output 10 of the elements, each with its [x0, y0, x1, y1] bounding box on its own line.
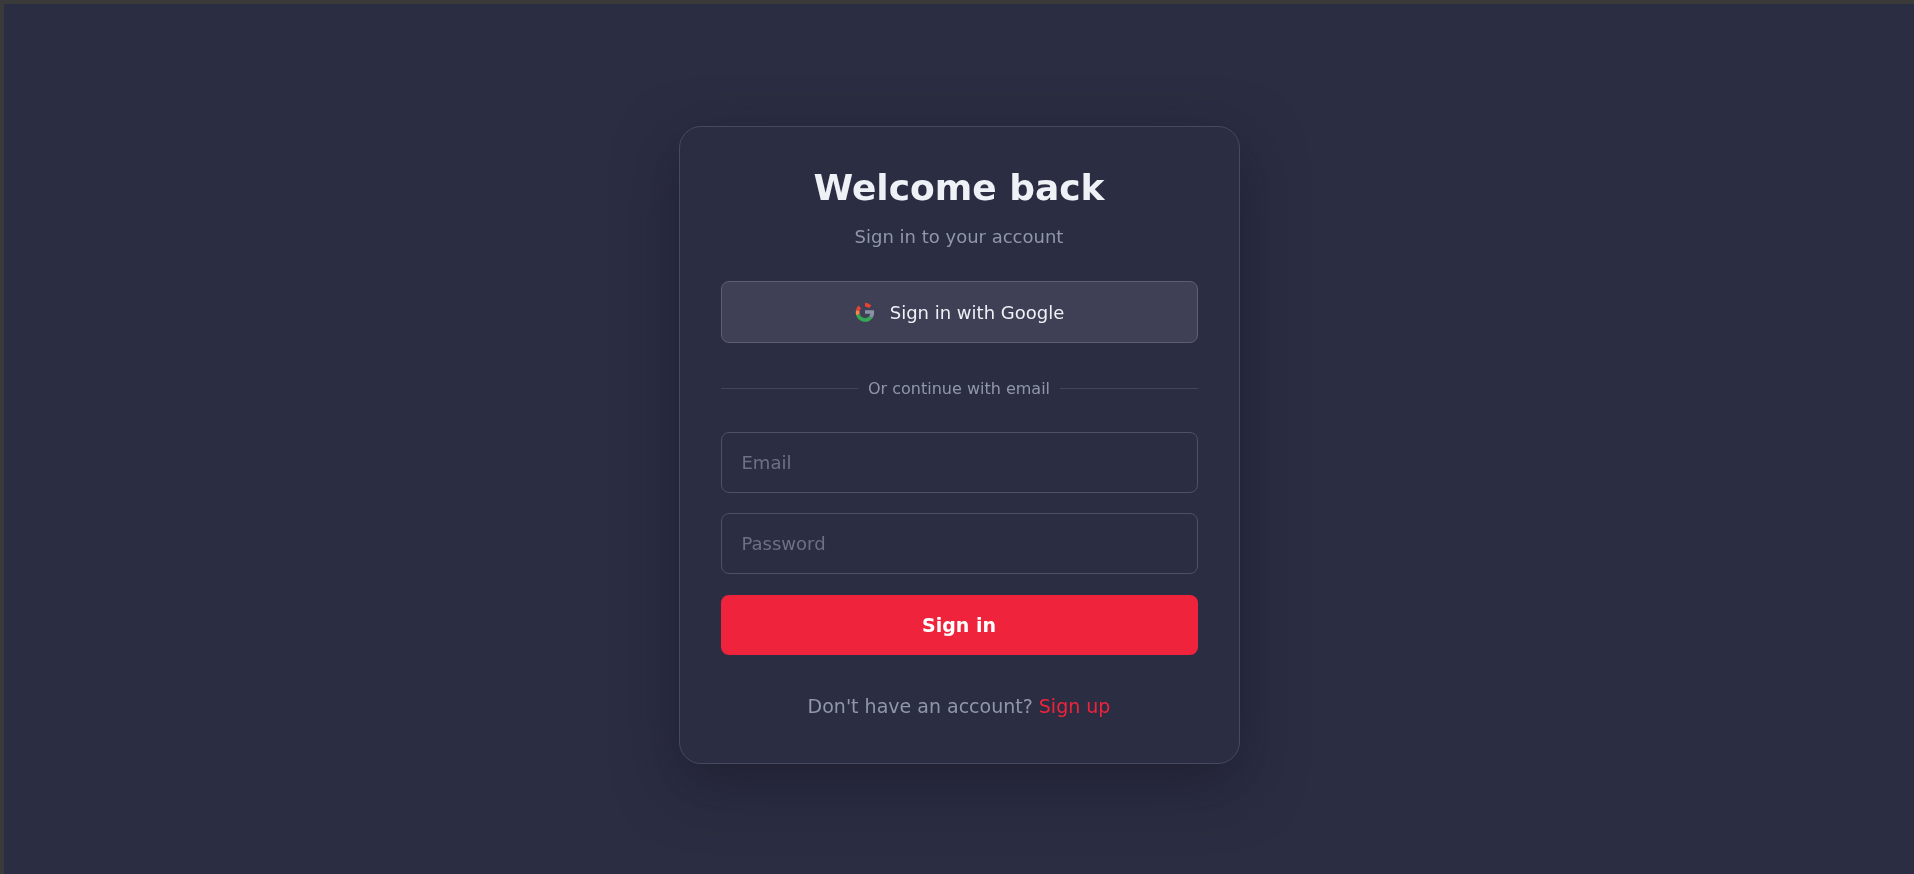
- subtitle: Sign in to your account: [854, 226, 1064, 247]
- sign-up-link[interactable]: Sign up: [1038, 695, 1111, 717]
- email-field[interactable]: Email: [720, 432, 1198, 493]
- footer-text: Don't have an account?: [807, 695, 1033, 717]
- sign-in-button[interactable]: Sign in: [720, 595, 1198, 655]
- divider-label: Or continue with email: [867, 379, 1051, 398]
- password-field[interactable]: Password: [720, 513, 1198, 574]
- google-icon: [853, 301, 876, 323]
- title: Welcome back: [813, 167, 1105, 208]
- google-sign-in-button[interactable]: Sign in with Google: [720, 281, 1198, 343]
